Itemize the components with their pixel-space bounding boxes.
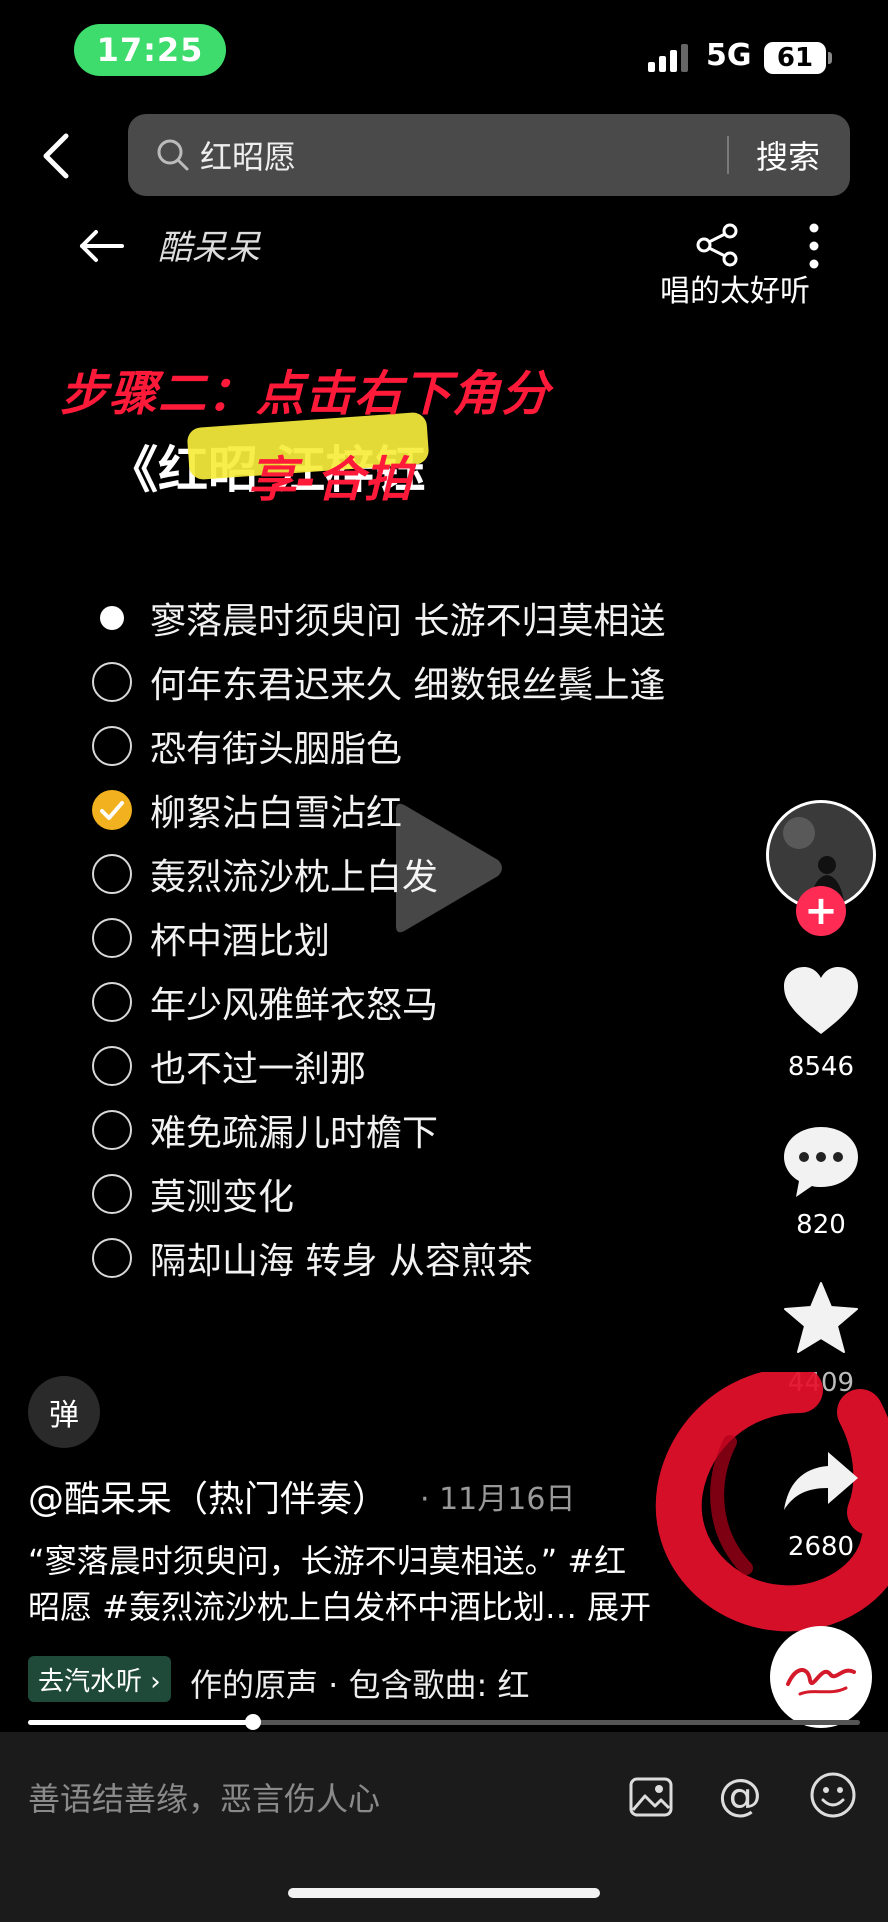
mention-icon[interactable]: @ [718,1770,762,1821]
back-arrow-icon[interactable] [38,130,74,182]
share-count: 2680 [787,1532,855,1562]
battery-tip [828,52,832,64]
play-icon[interactable] [382,800,506,936]
home-indicator [288,1888,600,1898]
radio-circle-icon [92,598,132,638]
search-button[interactable]: 搜索 [756,132,820,178]
lyric-text: 年少风雅鲜衣怒马 [150,985,439,1026]
music-info-text[interactable]: 作的原声 · 包含歌曲: 红 [190,1660,546,1706]
uploader-name[interactable]: @酷呆呆（热门伴奏） [28,1470,388,1522]
video-top-caption: 唱的太好听 [660,274,810,309]
status-time: 17:25 [74,24,226,76]
radio-circle-icon [92,1046,132,1086]
radio-circle-icon [92,918,132,958]
radio-circle-icon [92,1174,132,1214]
comment-icon[interactable] [782,1124,860,1200]
comment-count: 820 [796,1210,846,1240]
lyric-text: 恐有街头胭脂色 [150,729,403,770]
lyric-item[interactable]: 杯中酒比划 [92,913,330,963]
follow-button[interactable]: + [796,886,846,936]
lyric-text: 难免疏漏儿时檐下 [150,1113,439,1154]
instruction-line-1: 步骤二：点击右下角分 [60,366,551,422]
checkmark-icon [92,790,132,830]
progress-handle[interactable] [245,1714,261,1730]
image-picker-icon[interactable] [628,1774,674,1820]
radio-circle-icon [92,854,132,894]
share-icon[interactable] [694,222,740,268]
lyric-item[interactable]: 何年东君迟来久 细数银丝鬓上逢 [92,657,665,707]
lyric-text: 何年东君迟来久 细数银丝鬓上逢 [150,665,666,706]
calligraphy-logo-icon [786,1668,856,1696]
lyric-item[interactable]: 莫测变化 [92,1169,294,1219]
heart-icon[interactable] [782,966,860,1036]
comment-input[interactable]: 善语结善缘，恶言伤人心 [28,1774,380,1820]
instruction-line-2: 享-合拍 [248,452,412,508]
star-icon[interactable] [782,1280,860,1356]
description-line-1: “寥落晨时须臾问，长游不归莫相送。” #红 [28,1542,627,1580]
search-icon [157,139,189,171]
lyric-item[interactable]: 隔却山海 转身 从容煎茶 [92,1233,533,1283]
lyric-item[interactable]: 难免疏漏儿时檐下 [92,1105,438,1155]
radio-circle-icon [92,982,132,1022]
progress-fill [28,1720,253,1725]
radio-circle-icon [92,1110,132,1150]
signal-icon [648,44,688,72]
lyric-text: 莫测变化 [150,1177,295,1218]
like-count: 8546 [787,1052,855,1082]
lyric-text: 寥落晨时须臾问 长游不归莫相送 [150,601,666,642]
description-line-2[interactable]: 昭愿 #轰烈流沙枕上白发杯中酒比划… 展开 [28,1584,678,1630]
lyric-item[interactable]: 也不过一刹那 [92,1041,366,1091]
post-date: · 11月16日 [420,1482,576,1517]
search-input[interactable]: 红昭愿 [200,132,296,178]
emoji-icon[interactable] [808,1770,858,1820]
lyric-text: 也不过一刹那 [150,1049,367,1090]
share-arrow-icon[interactable] [782,1448,860,1512]
battery-indicator: 61 [764,42,826,74]
video-back-arrow-icon[interactable] [78,226,126,266]
radio-circle-icon [92,662,132,702]
video-author-name: 酷呆呆 [158,228,260,268]
lyric-item[interactable]: 年少风雅鲜衣怒马 [92,977,438,1027]
danmaku-toggle-button[interactable]: 弹 [28,1376,100,1448]
lyric-item[interactable]: 柳絮沾白雪沾红 [92,785,402,835]
video-description: “寥落晨时须臾问，长游不归莫相送。” #红 昭愿 #轰烈流沙枕上白发杯中酒比划…… [28,1538,678,1630]
music-disc-icon[interactable] [770,1626,872,1728]
lyric-text: 柳絮沾白雪沾红 [150,793,403,834]
network-label: 5G [706,38,752,73]
lyric-text: 杯中酒比划 [150,921,331,962]
lyric-item[interactable]: 寥落晨时须臾问 长游不归莫相送 [92,593,665,643]
more-options-icon[interactable] [808,222,820,270]
lyric-text: 隔却山海 转身 从容煎茶 [150,1241,533,1282]
radio-circle-icon [92,1238,132,1278]
search-divider [727,136,729,174]
lyric-item[interactable]: 恐有街头胭脂色 [92,721,402,771]
open-in-qishui-button[interactable]: 去汽水听 › [28,1656,171,1702]
radio-circle-icon [92,726,132,766]
